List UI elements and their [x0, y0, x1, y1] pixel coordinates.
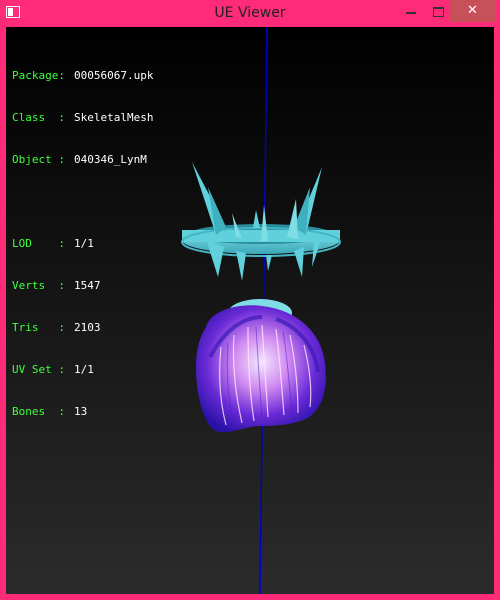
class-label: Class :: [12, 111, 65, 124]
mesh-info-panel: Package: 00056067.upk Class : SkeletalMesh…: [12, 41, 153, 447]
info-lod-row: LOD : 1/1: [12, 237, 153, 251]
lod-label: LOD :: [12, 237, 65, 250]
tris-label: Tris :: [12, 321, 65, 334]
object-label: Object :: [12, 153, 65, 166]
package-value: 00056067.upk: [74, 69, 154, 82]
info-package-row: Package: 00056067.upk: [12, 69, 153, 83]
info-tris-row: Tris : 2103: [12, 321, 153, 335]
3d-viewport[interactable]: Package: 00056067.upk Class : SkeletalMesh…: [6, 27, 494, 594]
class-value: SkeletalMesh: [74, 111, 154, 124]
uvset-label: UV Set :: [12, 363, 65, 376]
lod-value: 1/1: [74, 237, 94, 250]
bones-value: 13: [74, 405, 88, 418]
hair-mesh: [196, 299, 326, 433]
maximize-icon: [432, 7, 444, 17]
app-window: UE Viewer ✕ Package: 00056067.upk Class …: [0, 0, 500, 600]
info-uvset-row: UV Set : 1/1: [12, 363, 153, 377]
package-label: Package:: [12, 69, 65, 82]
title-bar[interactable]: UE Viewer ✕: [0, 0, 500, 26]
verts-label: Verts :: [12, 279, 65, 292]
minimize-button[interactable]: [398, 0, 424, 22]
minimize-icon: [406, 12, 416, 14]
close-icon: ✕: [467, 3, 478, 18]
object-value: 040346_LynM: [74, 153, 147, 166]
bones-label: Bones :: [12, 405, 65, 418]
verts-value: 1547: [74, 279, 101, 292]
uvset-value: 1/1: [74, 363, 94, 376]
maximize-button[interactable]: [425, 0, 451, 22]
info-class-row: Class : SkeletalMesh: [12, 111, 153, 125]
close-button[interactable]: ✕: [450, 0, 495, 22]
info-verts-row: Verts : 1547: [12, 279, 153, 293]
info-object-row: Object : 040346_LynM: [12, 153, 153, 167]
info-bones-row: Bones : 13: [12, 405, 153, 419]
tris-value: 2103: [74, 321, 101, 334]
crown-mesh: [181, 162, 341, 281]
